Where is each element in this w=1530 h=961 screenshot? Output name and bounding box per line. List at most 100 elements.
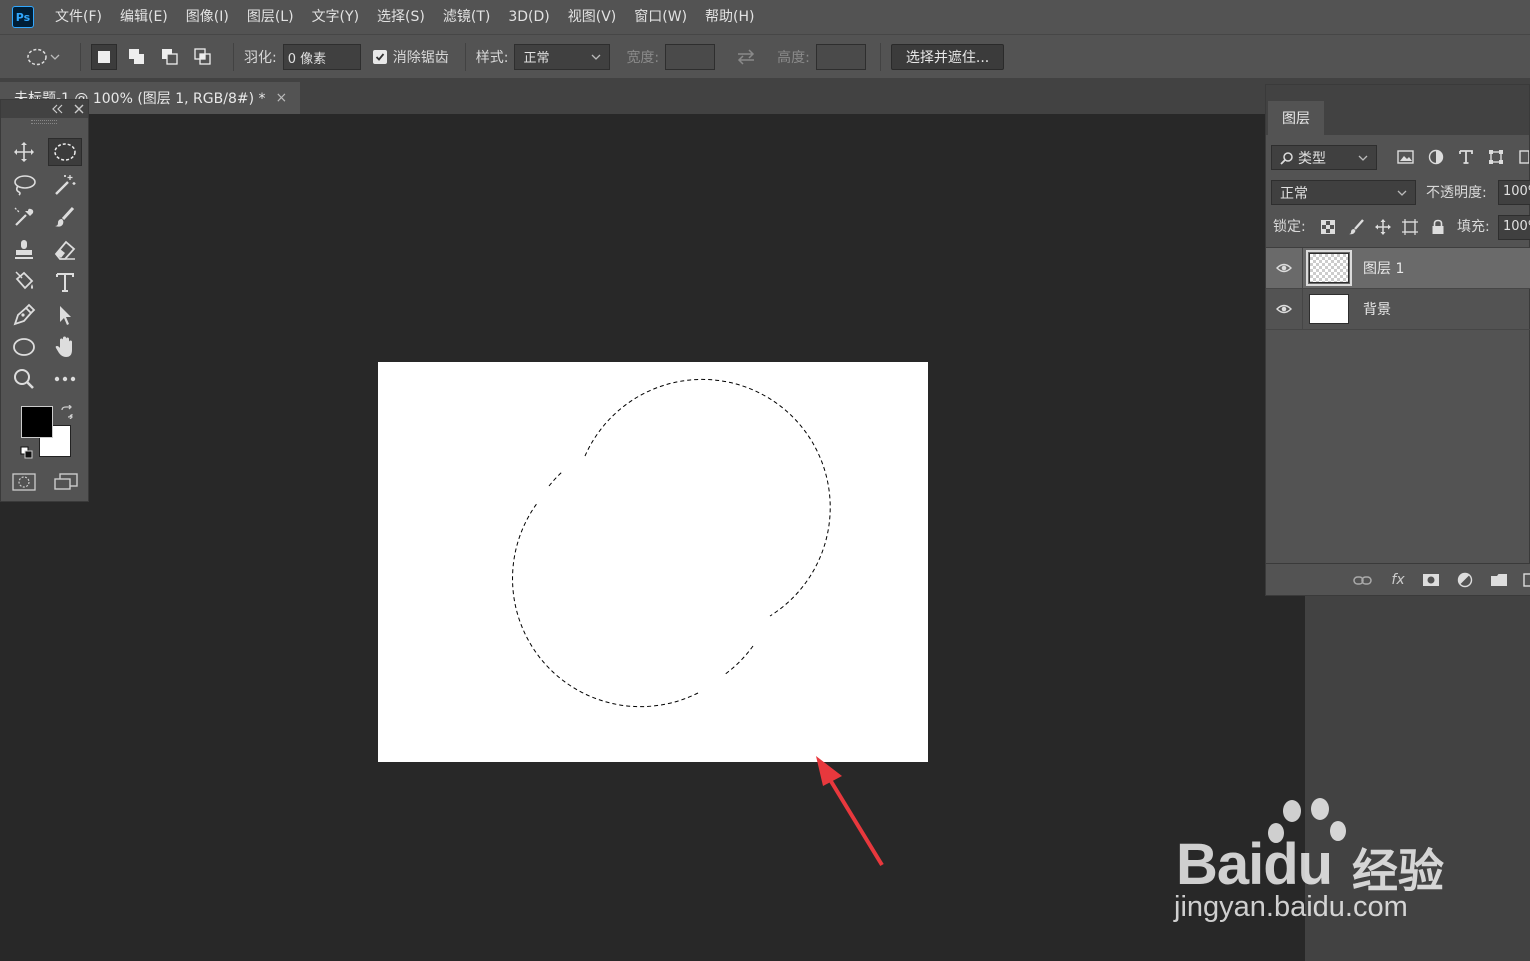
select-and-mask-button[interactable]: 选择并遮住...: [890, 43, 1005, 70]
eyedropper-tool[interactable]: [7, 203, 41, 231]
subtract-from-selection-button[interactable]: [157, 44, 183, 70]
new-layer-icon[interactable]: [1523, 573, 1530, 587]
menu-type[interactable]: 文字(Y): [303, 0, 368, 34]
chevron-down-icon: [591, 54, 601, 60]
document-canvas[interactable]: [378, 362, 928, 762]
intersect-selection-button[interactable]: [190, 44, 216, 70]
layer-filter-select[interactable]: 类型: [1271, 145, 1377, 170]
layer-name[interactable]: 图层 1: [1363, 258, 1404, 278]
style-select[interactable]: 正常: [514, 43, 611, 70]
watermark-url: jingyan.baidu.com: [1174, 891, 1408, 923]
layer-row-background[interactable]: 背景: [1266, 288, 1530, 330]
quick-mask-button[interactable]: [11, 472, 37, 492]
add-mask-icon[interactable]: [1422, 573, 1440, 587]
quick-mask-icon: [12, 473, 36, 491]
lock-transparent-pixels-icon[interactable]: [1321, 220, 1335, 234]
menu-view[interactable]: 视图(V): [559, 0, 626, 34]
add-selection-icon: [129, 48, 144, 64]
filter-smart-object-icon[interactable]: [1519, 149, 1529, 165]
filter-kind-label: 类型: [1298, 150, 1326, 167]
foreground-color-swatch[interactable]: [21, 406, 53, 438]
screen-mode-icon: [54, 473, 78, 490]
filter-adjustment-icon[interactable]: [1428, 149, 1444, 165]
hand-tool[interactable]: [48, 333, 82, 361]
zoom-tool[interactable]: [7, 365, 41, 393]
menu-image[interactable]: 图像(I): [177, 0, 238, 34]
new-group-folder-icon[interactable]: [1490, 573, 1508, 587]
intersect-selection-icon: [194, 47, 211, 65]
filter-kind: 类型: [1280, 148, 1326, 168]
magnifier-icon: [14, 369, 34, 389]
layer-thumbnail: [1306, 250, 1352, 286]
lock-artboard-icon[interactable]: [1402, 219, 1418, 235]
brush-tool[interactable]: [48, 203, 82, 231]
filter-pixel-layers-icon[interactable]: [1397, 149, 1415, 165]
eraser-tool[interactable]: [48, 236, 82, 264]
filter-shape-icon[interactable]: [1488, 149, 1504, 165]
clone-stamp-tool[interactable]: [7, 236, 41, 264]
elliptical-marquee-tool[interactable]: [48, 138, 82, 166]
chevron-down-icon: [50, 54, 60, 60]
feather-input[interactable]: 0 像素: [282, 43, 361, 70]
layer-row-layer1[interactable]: 图层 1: [1266, 247, 1530, 289]
fill-input[interactable]: 100%: [1498, 215, 1530, 240]
blend-mode-select[interactable]: 正常: [1271, 180, 1416, 205]
elliptical-marquee-icon: [54, 143, 76, 161]
close-tab-button[interactable]: ×: [276, 90, 288, 106]
brush-icon: [55, 206, 75, 227]
add-to-selection-button[interactable]: [124, 44, 150, 70]
collapse-arrows-icon[interactable]: [51, 104, 63, 114]
lock-image-pixels-icon[interactable]: [1348, 219, 1364, 235]
tool-preset-picker[interactable]: [26, 47, 70, 67]
checkmark-icon: [375, 52, 384, 61]
layer-thumbnail: [1309, 294, 1349, 324]
opacity-label: 不透明度:: [1426, 185, 1487, 201]
menu-layer[interactable]: 图层(L): [238, 0, 303, 34]
antialias-checkbox[interactable]: [372, 49, 387, 64]
menu-window[interactable]: 窗口(W): [625, 0, 696, 34]
menu-file[interactable]: 文件(F): [46, 0, 111, 34]
photoshop-logo: Ps: [12, 6, 34, 28]
screen-mode-button[interactable]: [52, 472, 80, 492]
menu-edit[interactable]: 编辑(E): [111, 0, 177, 34]
toolbox-grip[interactable]: [31, 120, 57, 124]
layer-visibility-toggle[interactable]: [1266, 263, 1302, 273]
menu-filter[interactable]: 滤镜(T): [434, 0, 499, 34]
new-adjustment-layer-icon[interactable]: [1457, 572, 1473, 588]
toolbox-header[interactable]: [1, 100, 88, 118]
menu-help[interactable]: 帮助(H): [696, 0, 763, 34]
layer-visibility-toggle[interactable]: [1266, 304, 1302, 314]
menu-3d[interactable]: 3D(D): [499, 0, 558, 34]
layers-panel-footer: fx: [1266, 563, 1530, 595]
path-selection-tool[interactable]: [48, 301, 82, 329]
edit-toolbar-button[interactable]: [48, 365, 82, 393]
default-colors-icon[interactable]: [20, 446, 34, 460]
lock-all-icon[interactable]: [1431, 219, 1445, 235]
link-layers-icon[interactable]: [1353, 575, 1373, 587]
layer-name[interactable]: 背景: [1363, 299, 1391, 319]
new-selection-button[interactable]: [91, 43, 117, 70]
ellipse-shape-tool[interactable]: [7, 333, 41, 361]
antialias-toggle[interactable]: 消除锯齿: [372, 47, 455, 67]
swap-dimensions-icon[interactable]: [735, 48, 757, 66]
style-label: 样式:: [475, 49, 509, 66]
pen-tool[interactable]: [7, 301, 41, 329]
elliptical-marquee-icon: [27, 48, 47, 65]
close-icon[interactable]: [74, 104, 84, 114]
menu-select[interactable]: 选择(S): [368, 0, 434, 34]
swap-colors-icon[interactable]: [60, 405, 74, 419]
lasso-tool[interactable]: [7, 171, 41, 199]
opacity-input[interactable]: 100%: [1498, 180, 1530, 205]
fill-label: 填充:: [1457, 219, 1490, 235]
lock-label: 锁定:: [1273, 219, 1306, 235]
separator: [879, 42, 881, 71]
paint-bucket-tool[interactable]: [7, 268, 41, 296]
type-tool[interactable]: [48, 268, 82, 296]
magic-wand-tool[interactable]: [48, 171, 82, 199]
lock-position-icon[interactable]: [1375, 219, 1391, 235]
tab-layers[interactable]: 图层: [1268, 101, 1324, 135]
subtract-selection-icon: [162, 48, 178, 65]
filter-type-icon[interactable]: [1458, 149, 1474, 165]
move-tool[interactable]: [7, 138, 41, 166]
layer-style-fx-icon[interactable]: fx: [1388, 570, 1408, 590]
